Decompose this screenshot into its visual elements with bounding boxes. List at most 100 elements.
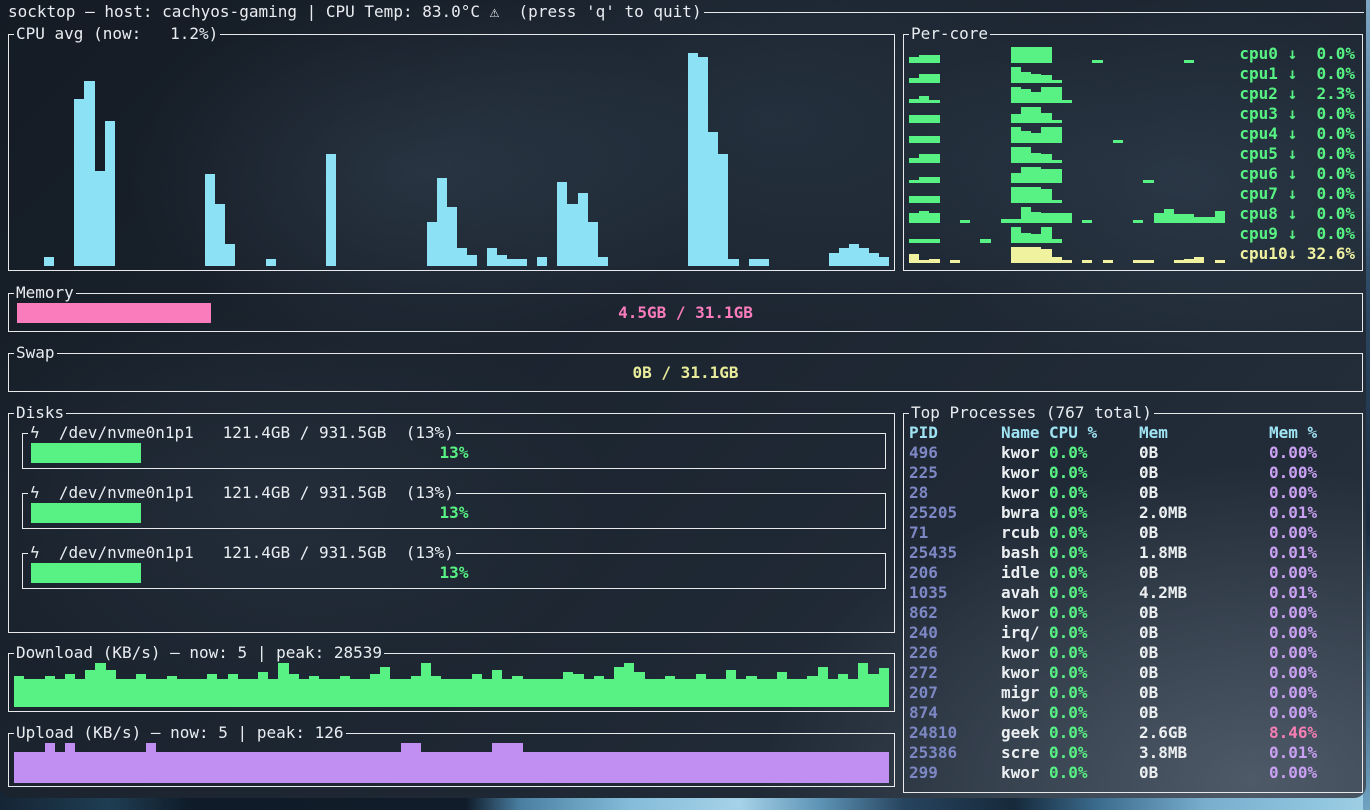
process-row[interactable]: 206idle0.0%0B0.00%	[909, 563, 1359, 583]
process-row[interactable]: 874kwor0.0%0B0.00%	[909, 703, 1359, 723]
chart-bar	[1052, 257, 1062, 263]
chart-bar	[567, 204, 577, 266]
chart-bar	[909, 99, 919, 103]
chart-bar	[1011, 114, 1021, 123]
process-cell: 25386	[909, 743, 1001, 763]
process-row[interactable]: 862kwor0.0%0B0.00%	[909, 603, 1359, 623]
process-row[interactable]: 225kwor0.0%0B0.00%	[909, 463, 1359, 483]
chart-bar	[457, 248, 467, 266]
process-row[interactable]: 25435bash0.0%1.8MB0.01%	[909, 543, 1359, 563]
socktop-terminal-window[interactable]: socktop — host: cachyos-gaming | CPU Tem…	[0, 0, 1366, 798]
process-row[interactable]: 71rcub0.0%0B0.00%	[909, 523, 1359, 543]
process-cell: 0B	[1139, 463, 1269, 483]
process-cell: 0.0%	[1049, 563, 1139, 583]
chart-bar	[1082, 260, 1092, 263]
chart-bar	[696, 752, 706, 783]
process-table[interactable]: PIDNameCPU %MemMem %496kwor0.0%0B0.00%22…	[909, 423, 1359, 785]
process-cell: 1035	[909, 583, 1001, 603]
chart-bar	[645, 752, 655, 783]
column-header-mem-: Mem %	[1269, 423, 1359, 443]
chart-bar	[472, 752, 482, 783]
process-row[interactable]: 25386scre0.0%3.8MB0.01%	[909, 743, 1359, 763]
chart-bar	[716, 679, 726, 707]
chart-bar	[462, 752, 472, 783]
download-chart	[14, 663, 889, 707]
process-cell: 0.00%	[1269, 483, 1359, 503]
process-cell: avah	[1001, 583, 1049, 603]
chart-bar	[350, 752, 360, 783]
chart-bar	[441, 752, 451, 783]
disk-gauge: 13%	[31, 563, 877, 583]
process-cell: kwor	[1001, 483, 1049, 503]
process-cell: 0B	[1139, 663, 1269, 683]
chart-bar	[614, 667, 624, 707]
chart-bar	[634, 672, 644, 707]
chart-bar	[537, 257, 547, 266]
process-row[interactable]: 25205bwra0.0%2.0MB0.01%	[909, 503, 1359, 523]
chart-bar	[1011, 227, 1021, 243]
chart-bar	[205, 174, 215, 266]
chart-bar	[1164, 209, 1174, 223]
titlebar-text: socktop — host: cachyos-gaming | CPU Tem…	[8, 2, 490, 22]
lightning-icon: ϟ	[30, 423, 40, 442]
chart-bar	[1031, 187, 1041, 203]
chart-bar	[584, 679, 594, 707]
chart-bar	[675, 752, 685, 783]
process-row[interactable]: 272kwor0.0%0B0.00%	[909, 663, 1359, 683]
process-cell: 0.00%	[1269, 443, 1359, 463]
process-cell: 0B	[1139, 643, 1269, 663]
chart-bar	[136, 674, 146, 707]
chart-bar	[44, 257, 54, 266]
chart-bar	[685, 679, 695, 707]
chart-bar	[929, 74, 939, 83]
chart-bar	[726, 752, 736, 783]
chart-bar	[1021, 107, 1031, 123]
download-title: Download (KB/s) — now: 5 | peak: 28539	[8, 643, 895, 663]
chart-bar	[1052, 160, 1062, 163]
chart-bar	[1021, 247, 1031, 263]
chart-bar	[960, 220, 970, 223]
process-cell: 0.01%	[1269, 743, 1359, 763]
core-sparkline	[909, 227, 1225, 243]
process-row[interactable]: 240irq/0.0%0B0.00%	[909, 623, 1359, 643]
chart-bar	[278, 752, 288, 783]
process-row[interactable]: 207migr0.0%0B0.00%	[909, 683, 1359, 703]
column-header-cpu-: CPU %	[1049, 423, 1139, 443]
process-cell: 0B	[1139, 623, 1269, 643]
process-cell: 240	[909, 623, 1001, 643]
process-cell: 1.8MB	[1139, 543, 1269, 563]
chart-bar	[868, 752, 878, 783]
process-cell: 3.8MB	[1139, 743, 1269, 763]
core-label: cpu7 ↓ 0.0%	[1239, 184, 1355, 204]
process-cell: 225	[909, 463, 1001, 483]
chart-bar	[401, 743, 411, 783]
chart-bar	[1041, 75, 1051, 83]
chart-bar	[598, 257, 608, 266]
core-label: cpu6 ↓ 0.0%	[1239, 164, 1355, 184]
disks-panel: Disks ϟ /dev/nvme0n1p1 121.4GB / 931.5GB…	[8, 403, 895, 633]
memory-title-text: Memory	[14, 283, 76, 303]
chart-bar	[1154, 213, 1164, 223]
chart-bar	[217, 679, 227, 707]
process-cell: 8.46%	[1269, 723, 1359, 743]
process-row[interactable]: 496kwor0.0%0B0.00%	[909, 443, 1359, 463]
process-row[interactable]: 226kwor0.0%0B0.00%	[909, 643, 1359, 663]
chart-bar	[299, 679, 309, 707]
process-cell: kwor	[1001, 663, 1049, 683]
chart-bar	[390, 679, 400, 707]
process-row[interactable]: 28kwor0.0%0B0.00%	[909, 483, 1359, 503]
chart-bar	[1052, 127, 1062, 143]
process-row[interactable]: 1035avah0.0%4.2MB0.01%	[909, 583, 1359, 603]
chart-bar	[787, 752, 797, 783]
chart-bar	[797, 679, 807, 707]
chart-bar	[1215, 211, 1225, 223]
chart-bar	[1021, 233, 1031, 243]
chart-bar	[1041, 249, 1051, 263]
chart-bar	[563, 672, 573, 707]
process-row[interactable]: 299kwor0.0%0B0.00%	[909, 763, 1359, 783]
column-header-mem: Mem	[1139, 423, 1269, 443]
process-cell: 0.00%	[1269, 643, 1359, 663]
chart-bar	[553, 679, 563, 707]
process-cell: kwor	[1001, 703, 1049, 723]
process-row[interactable]: 24810geek0.0%2.6GB8.46%	[909, 723, 1359, 743]
